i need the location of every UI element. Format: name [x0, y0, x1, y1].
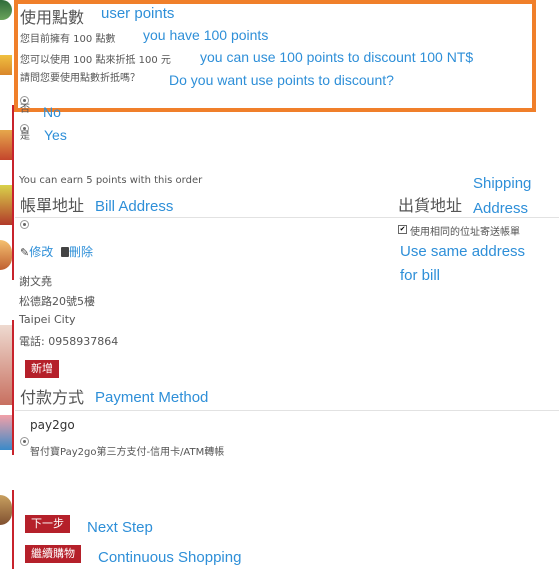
payment-method-name: pay2go: [30, 418, 75, 432]
points-balance-text: 您目前擁有 100 點數: [20, 34, 116, 45]
add-address-button[interactable]: 新增: [25, 360, 59, 378]
continue-shopping-button[interactable]: 繼續購物: [25, 545, 81, 563]
payment-method-desc: 智付寶Pay2go第三方支付-信用卡/ATM轉帳: [30, 447, 225, 458]
product-thumb-2[interactable]: [0, 55, 12, 75]
same-address-note-2: for bill: [400, 267, 441, 284]
bill-name: 謝文堯: [19, 275, 52, 288]
product-thumb-6[interactable]: [0, 325, 12, 405]
sidebar-divider-3: [12, 490, 14, 569]
shipping-address-heading: 出貨地址: [398, 196, 463, 215]
product-thumb-7[interactable]: [0, 415, 12, 450]
product-thumb-8[interactable]: [0, 495, 12, 525]
payment-heading-note: Payment Method: [95, 389, 209, 406]
shipping-address-note-1: Shipping: [473, 175, 532, 192]
points-question-text: 請問您要使用點數折抵嗎？: [20, 73, 140, 84]
shipping-address-note-2: Address: [473, 200, 529, 217]
points-heading: 使用點數: [20, 8, 85, 27]
section-divider: [15, 217, 559, 218]
points-balance-note: you have 100 points: [143, 27, 269, 43]
bill-address-heading: 帳單地址: [20, 196, 85, 215]
trash-icon: [61, 247, 69, 257]
sidebar-divider: [12, 105, 14, 280]
points-yes-label: 是: [20, 131, 30, 142]
bill-phone: 電話: 0958937864: [19, 335, 119, 348]
points-no-note: No: [43, 104, 61, 120]
delete-address-button[interactable]: 刪除: [61, 243, 93, 260]
same-address-checkbox[interactable]: ✔: [398, 225, 407, 234]
payment-heading: 付款方式: [20, 388, 85, 407]
points-question-note: Do you want use points to discount?: [169, 72, 394, 88]
edit-label: 修改: [29, 245, 54, 259]
earn-points-text: You can earn 5 points with this order: [19, 175, 203, 186]
points-discount-text: 您可以使用 100 點來折抵 100 元: [20, 55, 171, 66]
bill-city: Taipei City: [19, 313, 76, 326]
continue-shopping-note: Continuous Shopping: [98, 549, 242, 566]
product-thumb-5[interactable]: [0, 240, 12, 270]
left-product-strip: [0, 0, 15, 569]
points-yes-note: Yes: [44, 127, 67, 143]
delete-label: 刪除: [69, 245, 94, 259]
bill-address-note: Bill Address: [95, 198, 174, 215]
edit-address-button[interactable]: ✎修改: [20, 243, 53, 260]
next-step-note: Next Step: [87, 519, 153, 536]
same-address-note-1: Use same address: [400, 243, 526, 260]
bill-street: 松德路20號5樓: [19, 295, 95, 308]
payment-divider: [15, 410, 559, 411]
product-thumb-1[interactable]: [0, 0, 12, 20]
points-discount-note: you can use 100 points to discount 100 N…: [200, 49, 474, 65]
bill-address-radio[interactable]: [20, 220, 29, 229]
product-thumb-3[interactable]: [0, 130, 12, 160]
next-step-button[interactable]: 下一步: [25, 515, 70, 533]
points-heading-note: user points: [101, 5, 175, 22]
payment-method-radio[interactable]: [20, 437, 29, 446]
sidebar-divider-2: [12, 320, 14, 455]
pencil-icon: ✎: [20, 246, 30, 259]
same-address-label: 使用相同的位址寄送帳單: [410, 227, 520, 238]
points-no-label: 否: [20, 104, 30, 115]
product-thumb-4[interactable]: [0, 185, 12, 225]
